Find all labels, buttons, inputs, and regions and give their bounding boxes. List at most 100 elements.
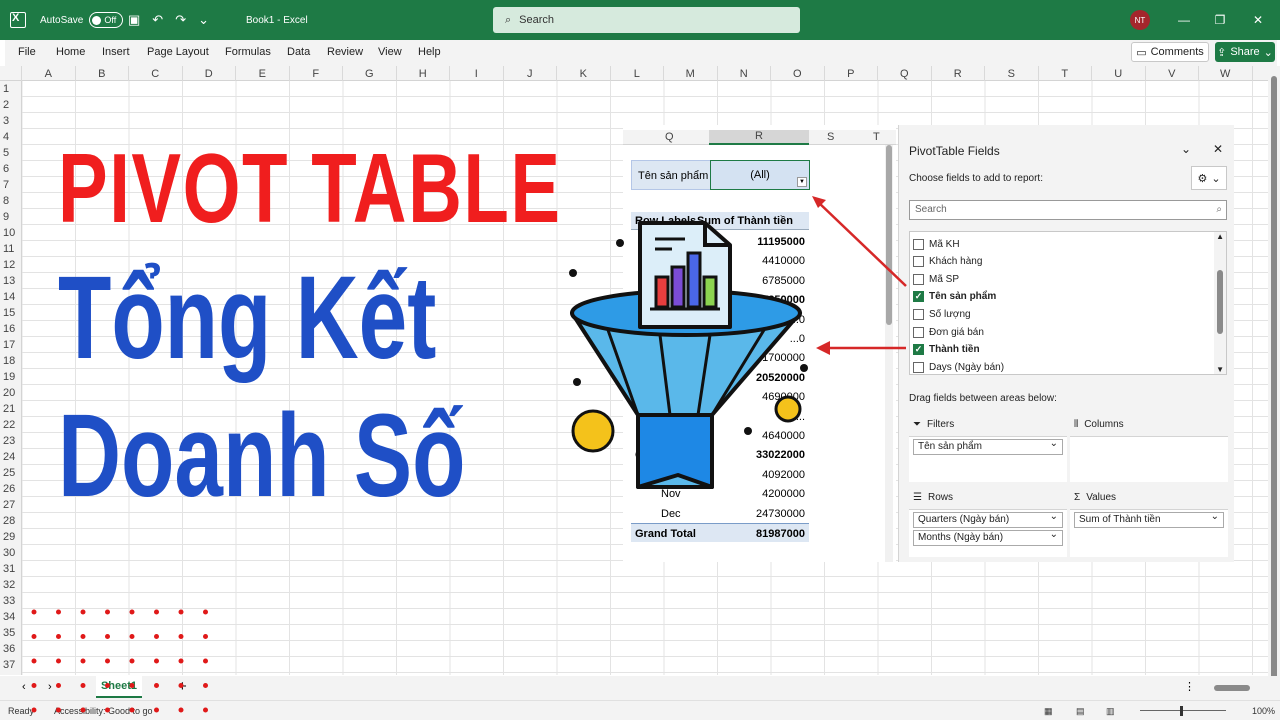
page-break-view-icon[interactable]: ▥ [1106,706,1115,717]
tab-home[interactable]: Home [56,46,85,58]
field-item[interactable]: Số lượng [913,306,971,322]
autosave-toggle[interactable]: Off [89,12,124,28]
rows-area[interactable]: ☰Rows Quarters (Ngày bán) Months (Ngày b… [909,492,1067,557]
row-header[interactable]: 34 [0,609,22,625]
column-header[interactable]: F [290,66,343,81]
row-header[interactable]: 27 [0,497,22,513]
pivot-row-value[interactable]: 24730000 [756,508,805,520]
user-avatar[interactable]: NT [1130,10,1150,30]
field-checkbox[interactable] [913,256,924,268]
tab-view[interactable]: View [378,46,402,58]
redo-icon[interactable]: ↷ [175,12,186,28]
row-header[interactable]: 10 [0,225,22,241]
select-all-corner[interactable] [0,66,22,81]
customize-qat-icon[interactable]: ⌄ [198,12,209,28]
autosave-control[interactable]: AutoSave Off [40,0,124,40]
pivot-row-label[interactable]: Dec [661,508,681,520]
filter-value[interactable]: (All) ▼ [710,160,810,190]
scroll-down-icon[interactable]: ▼ [1216,365,1224,374]
field-item[interactable]: Khách hàng [913,254,982,270]
row-header[interactable]: 8 [0,193,22,209]
horizontal-scrollbar[interactable] [1200,682,1268,694]
tab-help[interactable]: Help [418,46,441,58]
row-header[interactable]: 28 [0,513,22,529]
row-header[interactable]: 15 [0,305,22,321]
field-search-input[interactable]: Search ⌕ [909,200,1227,220]
share-button[interactable]: ⇪ Share ⌄ [1215,42,1275,62]
row-header[interactable]: 37 [0,657,22,673]
zoom-slider[interactable] [1140,710,1226,711]
filters-chip[interactable]: Tên sản phẩm [913,437,1063,455]
chevron-down-icon[interactable]: ⌄ [1181,142,1191,156]
row-header[interactable]: 25 [0,465,22,481]
close-icon[interactable]: ✕ [1240,0,1276,40]
rows-chip-months[interactable]: Months (Ngày bán) [913,528,1063,546]
row-header[interactable]: 32 [0,577,22,593]
close-pane-icon[interactable]: ✕ [1213,142,1223,156]
row-header[interactable]: 19 [0,369,22,385]
row-header[interactable]: 7 [0,177,22,193]
field-checkbox[interactable] [913,326,924,338]
tab-file[interactable]: File [18,46,36,58]
column-header[interactable]: K [557,66,611,81]
row-header[interactable]: 17 [0,337,22,353]
column-header[interactable]: O [771,66,825,81]
column-header[interactable]: V [1146,66,1199,81]
zoom-slider-thumb[interactable] [1180,706,1183,716]
field-checkbox[interactable] [913,308,924,320]
column-header[interactable]: L [611,66,664,81]
column-header[interactable]: H [397,66,450,81]
row-header[interactable]: 36 [0,641,22,657]
row-header[interactable]: 22 [0,417,22,433]
field-item[interactable]: ✓ Thành tiền [913,342,980,358]
column-header[interactable]: W [1199,66,1253,81]
row-header[interactable]: 20 [0,385,22,401]
row-header[interactable]: 4 [0,129,22,145]
rows-chip-quarters[interactable]: Quarters (Ngày bán) [913,510,1063,528]
row-header[interactable]: 14 [0,289,22,305]
row-header[interactable]: 6 [0,161,22,177]
vertical-scrollbar[interactable] [1268,66,1280,716]
column-header[interactable]: C [129,66,183,81]
save-icon[interactable]: ▣ [128,12,140,28]
row-header[interactable]: 21 [0,401,22,417]
field-list-scrollbar[interactable] [1214,232,1226,374]
column-header[interactable]: N [718,66,771,81]
tab-data[interactable]: Data [287,46,310,58]
row-header[interactable]: 11 [0,241,22,257]
field-checkbox[interactable] [913,273,924,285]
column-header[interactable]: M [664,66,718,81]
row-header[interactable]: 35 [0,625,22,641]
normal-view-icon[interactable]: ▦ [1044,706,1053,717]
row-header[interactable]: 26 [0,481,22,497]
row-header[interactable]: 31 [0,561,22,577]
zoom-level[interactable]: 100% [1252,706,1275,716]
minimize-icon[interactable]: — [1166,0,1202,40]
restore-icon[interactable]: ❐ [1202,0,1238,40]
column-header[interactable]: S [985,66,1039,81]
field-checkbox[interactable] [913,238,924,250]
values-chip[interactable]: Sum of Thành tiền [1074,510,1224,528]
more-options-icon[interactable]: ⋮ [1184,680,1195,693]
column-header[interactable]: P [825,66,878,81]
column-header[interactable]: T [1039,66,1092,81]
tab-review[interactable]: Review [327,46,363,58]
filters-area[interactable]: ⏷ Filters Tên sản phẩm [909,419,1067,482]
column-header[interactable]: D [183,66,236,81]
prev-sheet-icon[interactable]: ‹ [22,681,26,693]
field-item[interactable]: Đơn giá bán [913,324,984,340]
row-header[interactable]: 18 [0,353,22,369]
row-header[interactable]: 29 [0,529,22,545]
column-header[interactable]: R [932,66,985,81]
row-header[interactable]: 30 [0,545,22,561]
row-header[interactable]: 33 [0,593,22,609]
column-header[interactable]: G [343,66,397,81]
row-header[interactable]: 12 [0,257,22,273]
field-checkbox[interactable]: ✓ [913,344,924,356]
row-header[interactable]: 24 [0,449,22,465]
tab-formulas[interactable]: Formulas [225,46,271,58]
scroll-up-icon[interactable]: ▲ [1216,232,1224,241]
column-header[interactable]: I [450,66,504,81]
column-header[interactable]: U [1092,66,1146,81]
tools-button[interactable]: ⚙ ⌄ [1191,166,1227,190]
